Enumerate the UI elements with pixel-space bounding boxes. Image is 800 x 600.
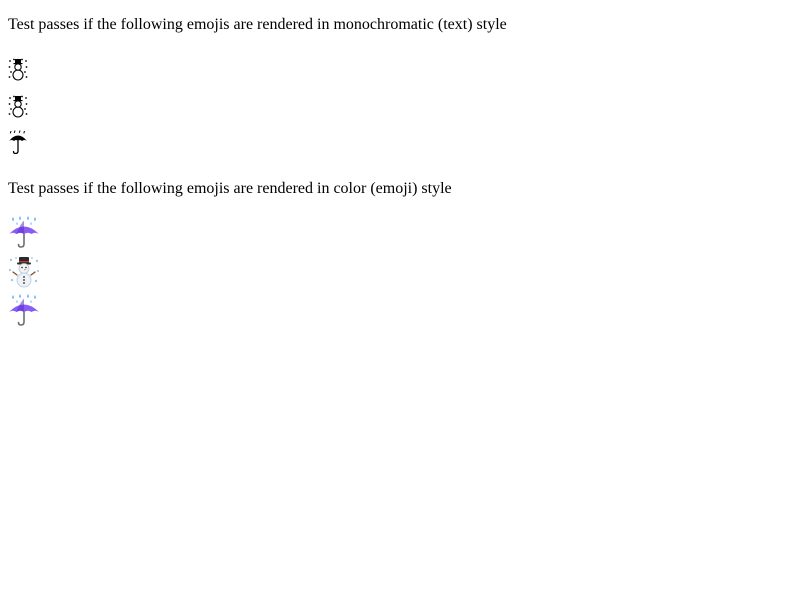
- umbrella-with-rain-icon: [8, 216, 40, 248]
- snowman-with-snow-icon: [8, 95, 28, 119]
- snowman-with-snow-icon: [8, 58, 28, 82]
- color-test-heading: Test passes if the following emojis are …: [8, 180, 452, 197]
- snowman-with-snow-icon: [8, 256, 40, 288]
- monochrome-test-heading: Test passes if the following emojis are …: [8, 16, 507, 33]
- umbrella-with-rain-icon: [8, 294, 40, 326]
- umbrella-with-rain-icon: [8, 130, 28, 154]
